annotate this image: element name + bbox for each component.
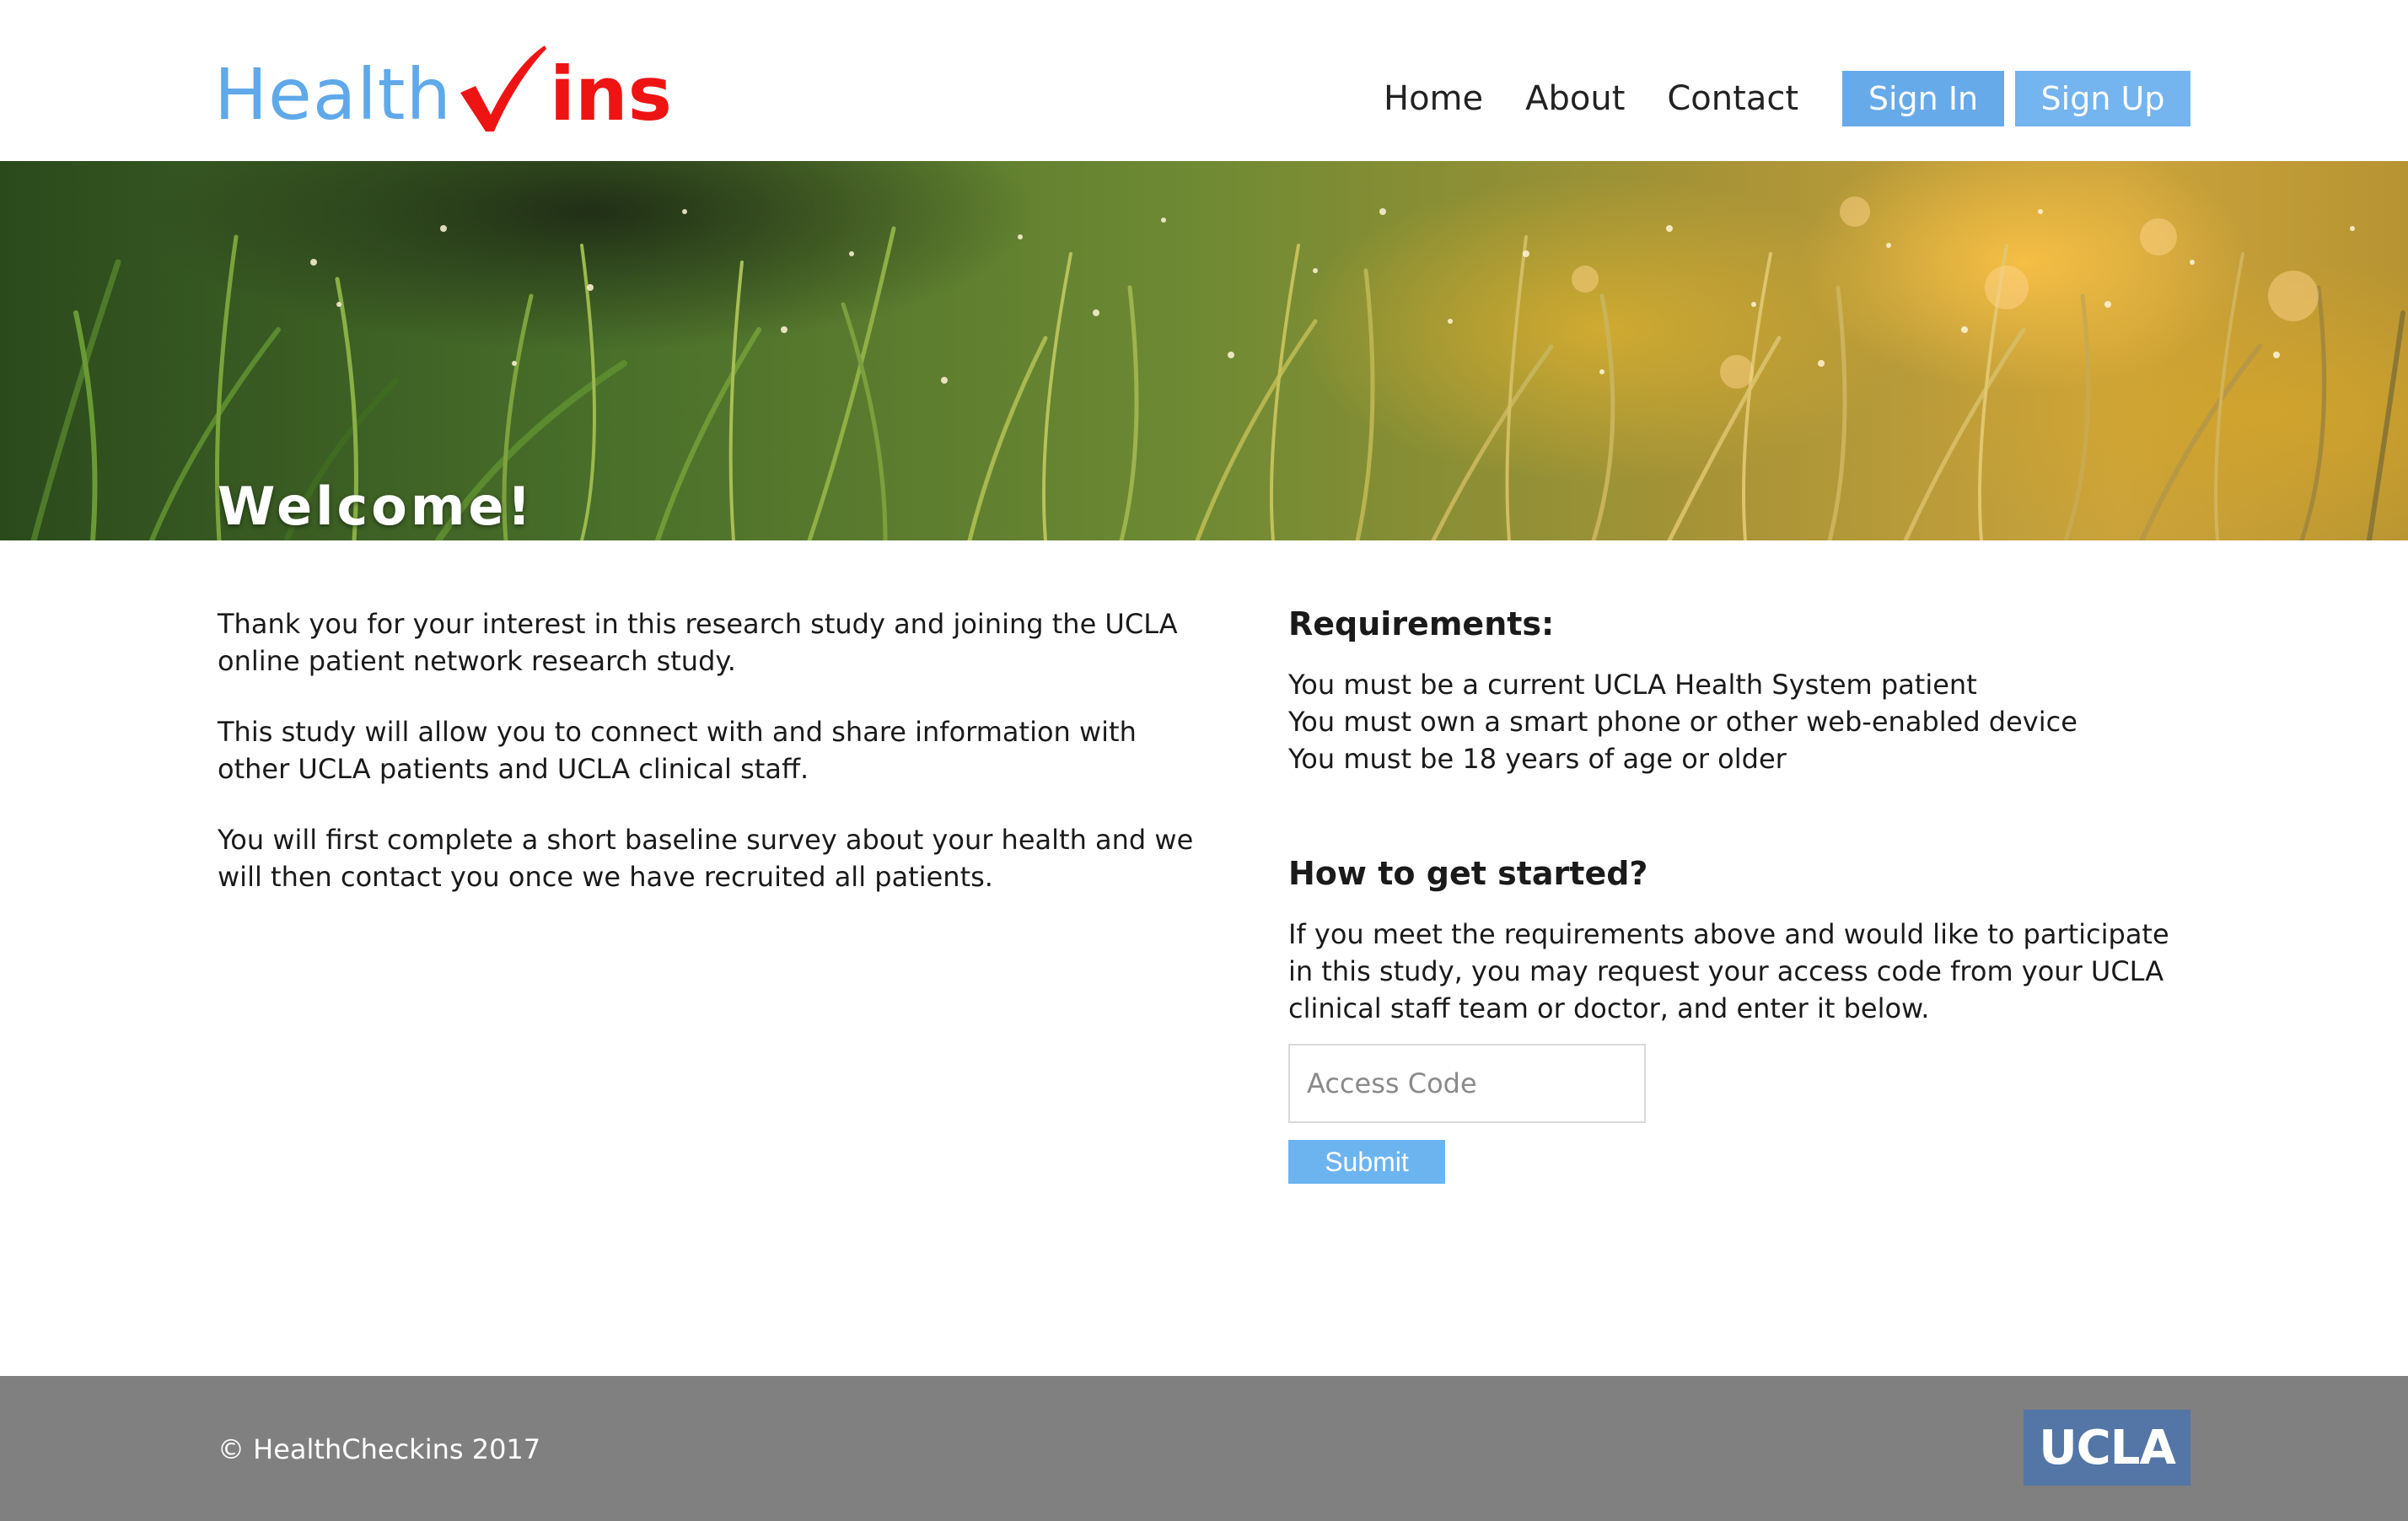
get-started-text: If you meet the requirements above and w… [1288, 918, 2169, 1024]
healthcheckins-logo[interactable]: Health ins [214, 27, 672, 137]
requirement-item: You must be 18 years of age or older [1288, 743, 1787, 775]
copyright-text: © HealthCheckins 2017 [218, 1433, 541, 1465]
requirement-item: You must own a smart phone or other web-… [1288, 706, 2077, 738]
ucla-logo[interactable]: UCLA [2024, 1410, 2190, 1486]
logo-text-ins: ins [549, 51, 673, 137]
checkmark-icon [460, 46, 546, 132]
nav-link-contact[interactable]: Contact [1667, 79, 1798, 118]
intro-paragraph: You will first complete a short baseline… [218, 824, 1194, 893]
get-started-heading: How to get started? [1288, 855, 1648, 892]
intro-section: Thank you for your interest in this rese… [218, 605, 1212, 929]
intro-paragraph: Thank you for your interest in this rese… [218, 608, 1178, 677]
submit-button[interactable]: Submit [1288, 1140, 1445, 1184]
main-nav: Home About Contact Sign In Sign Up [1384, 71, 2190, 126]
requirements-section: Requirements: You must be a current UCLA… [1288, 605, 2199, 1184]
sign-up-button[interactable]: Sign Up [2015, 71, 2190, 126]
requirement-item: You must be a current UCLA Health System… [1288, 669, 1977, 701]
intro-paragraph: This study will allow you to connect wit… [218, 716, 1137, 785]
nav-link-about[interactable]: About [1525, 79, 1625, 118]
welcome-heading: Welcome! [218, 476, 535, 537]
requirements-list: You must be a current UCLA Health System… [1288, 666, 2199, 777]
hero-banner: Welcome! [0, 161, 2408, 540]
site-header: Health ins Home About Contact Sign In Si… [0, 0, 2408, 161]
site-footer: © HealthCheckins 2017 UCLA [0, 1376, 2408, 1521]
requirements-heading: Requirements: [1288, 605, 1555, 642]
nav-link-home[interactable]: Home [1384, 79, 1483, 118]
page: Health ins Home About Contact Sign In Si… [0, 0, 2408, 1521]
access-code-input[interactable] [1288, 1044, 1646, 1123]
logo-text-health: Health [214, 53, 452, 136]
sign-in-button[interactable]: Sign In [1842, 71, 2004, 126]
